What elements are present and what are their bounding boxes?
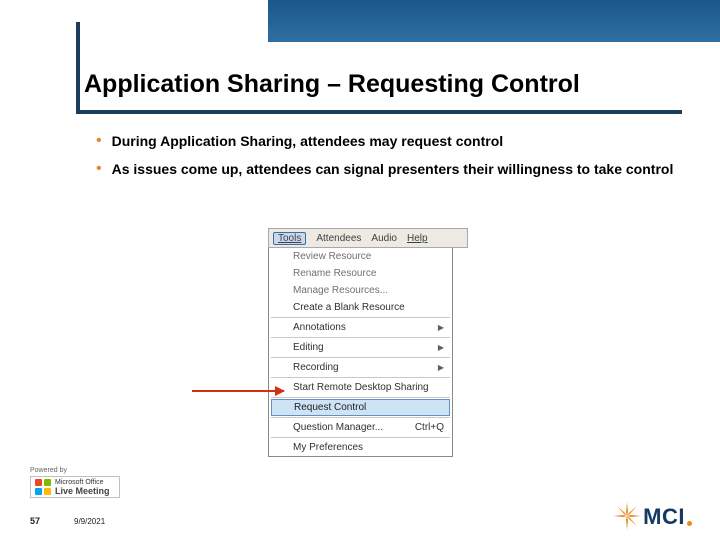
menu-audio[interactable]: Audio (371, 233, 397, 244)
live-meeting-text: Microsoft Office Live Meeting (55, 479, 110, 495)
office-icon (35, 479, 51, 495)
menu-item-editing[interactable]: Editing▶ (269, 339, 452, 356)
menu-separator (271, 397, 450, 398)
submenu-arrow-icon: ▶ (438, 343, 444, 352)
bullet-item: • As issues come up, attendees can signa… (96, 160, 676, 178)
bullet-dot-icon: • (96, 160, 102, 178)
bullet-list: • During Application Sharing, attendees … (96, 132, 676, 188)
tools-dropdown: Review Resource Rename Resource Manage R… (268, 248, 453, 457)
callout-arrow-icon (192, 390, 284, 392)
menu-separator (271, 337, 450, 338)
bullet-text: As issues come up, attendees can signal … (112, 160, 674, 178)
mci-text: MCI (643, 504, 685, 530)
bullet-text: During Application Sharing, attendees ma… (112, 132, 504, 150)
slide-title: Application Sharing – Requesting Control (84, 70, 580, 99)
menu-item-manage-resources: Manage Resources... (269, 282, 452, 299)
menu-tools[interactable]: Tools (273, 232, 306, 245)
menu-separator (271, 417, 450, 418)
menu-attendees[interactable]: Attendees (316, 233, 361, 244)
menu-item-review-resource: Review Resource (269, 248, 452, 265)
bullet-dot-icon: • (96, 132, 102, 150)
menu-item-rename-resource: Rename Resource (269, 265, 452, 282)
menu-item-my-preferences[interactable]: My Preferences (269, 439, 452, 456)
menu-item-annotations[interactable]: Annotations▶ (269, 319, 452, 336)
menu-item-request-control[interactable]: Request Control (271, 399, 450, 416)
slide-date: 9/9/2021 (74, 517, 105, 526)
star-icon (613, 502, 641, 530)
submenu-arrow-icon: ▶ (438, 363, 444, 372)
shortcut-label: Ctrl+Q (415, 422, 444, 433)
menu-item-question-manager[interactable]: Question Manager...Ctrl+Q (269, 419, 452, 436)
powered-by-label: Powered by (30, 467, 124, 474)
menu-item-recording[interactable]: Recording▶ (269, 359, 452, 376)
menu-separator (271, 437, 450, 438)
menu-item-start-remote-desktop[interactable]: Start Remote Desktop Sharing (269, 379, 452, 396)
menu-separator (271, 377, 450, 378)
menu-separator (271, 317, 450, 318)
menu-separator (271, 357, 450, 358)
tools-menu-screenshot: Tools Attendees Audio Help Review Resour… (268, 228, 468, 457)
menu-help[interactable]: Help (407, 233, 428, 244)
page-number: 57 (30, 516, 40, 526)
live-meeting-badge: Powered by Microsoft Office Live Meeting (30, 467, 124, 498)
mci-dot-icon (687, 521, 692, 526)
menu-bar: Tools Attendees Audio Help (268, 228, 468, 248)
submenu-arrow-icon: ▶ (438, 323, 444, 332)
bullet-item: • During Application Sharing, attendees … (96, 132, 676, 150)
mci-logo: MCI (613, 502, 692, 530)
menu-item-create-blank[interactable]: Create a Blank Resource (269, 299, 452, 316)
